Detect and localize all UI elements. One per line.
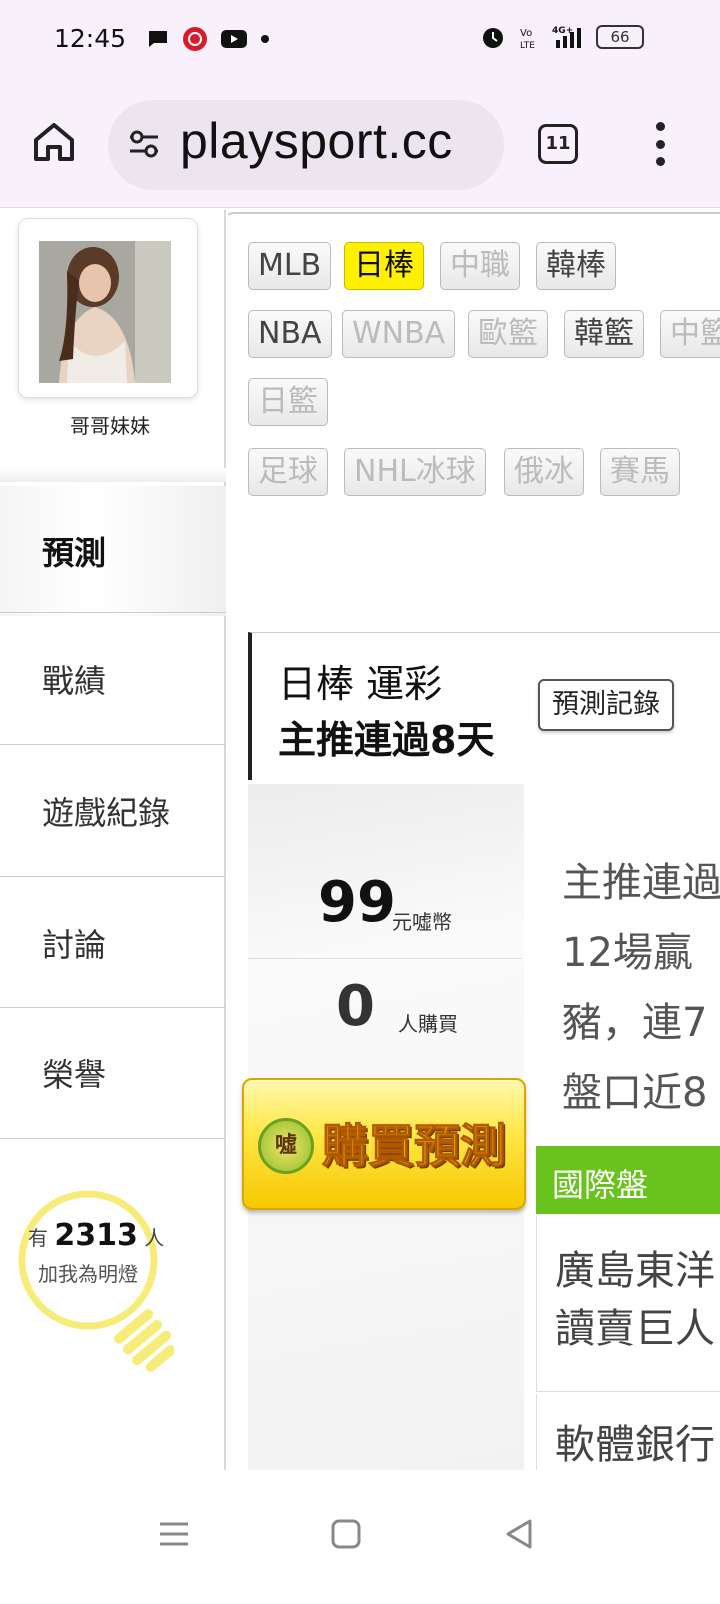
- main-content: MLB 日棒 中職 韓棒 NBA WNBA 歐籃 韓籃 中籃 日籃 足球 NHL…: [228, 212, 720, 1506]
- sidebar-item-discussion[interactable]: 討論: [0, 876, 226, 1008]
- match-team-away: 讀賣巨人: [555, 1306, 715, 1352]
- buy-prediction-label: 購買預測: [322, 1119, 507, 1174]
- more-menu-icon[interactable]: [652, 122, 668, 166]
- battery-icon: 66: [596, 25, 644, 49]
- home-icon[interactable]: [32, 120, 76, 164]
- league-chip-kbo[interactable]: 韓棒: [536, 242, 616, 290]
- price-value: 99: [318, 870, 396, 935]
- avatar-photo: [39, 241, 171, 383]
- buyers-count: 0: [336, 974, 375, 1039]
- avatar[interactable]: [39, 241, 171, 383]
- description-line: 12場贏: [562, 930, 693, 976]
- sidebar-item-prediction[interactable]: 預測: [0, 486, 226, 616]
- match-team-home: 廣島東洋: [555, 1248, 715, 1294]
- tab-switcher-button[interactable]: 11: [538, 124, 578, 164]
- league-chip-euroleague[interactable]: 歐籃: [468, 310, 548, 358]
- sidebar-item-honor[interactable]: 榮譽: [0, 1007, 226, 1139]
- notification-icons: [146, 26, 270, 52]
- status-time: 12:45: [54, 24, 127, 53]
- league-chip-nba[interactable]: NBA: [248, 310, 332, 358]
- market-header: 國際盤: [536, 1146, 720, 1214]
- prediction-title: 日棒 運彩: [278, 662, 443, 706]
- site-settings-icon[interactable]: [126, 126, 162, 162]
- sidebar-item-game-log[interactable]: 遊戲紀錄: [0, 744, 226, 876]
- browser-toolbar: playsport.cc 11: [0, 82, 720, 208]
- buy-prediction-button[interactable]: 噓 購買預測: [242, 1078, 526, 1210]
- description-line: 主推連過: [562, 860, 720, 906]
- home-nav-icon[interactable]: [326, 1514, 366, 1554]
- coin-icon: 噓: [258, 1118, 314, 1174]
- back-icon[interactable]: [500, 1514, 540, 1554]
- username[interactable]: 哥哥妹妹: [0, 410, 220, 439]
- description-line: 豬，連7: [562, 1000, 708, 1046]
- price-divider: [248, 958, 522, 959]
- address-bar[interactable]: playsport.cc: [108, 100, 504, 190]
- league-chip-npb[interactable]: 日棒: [344, 242, 424, 290]
- app-logo-icon: [183, 27, 207, 51]
- league-chip-kbl[interactable]: 韓籃: [564, 310, 644, 358]
- league-filter-panel: MLB 日棒 中職 韓棒 NBA WNBA 歐籃 韓籃 中籃 日籃 足球 NHL…: [228, 212, 720, 512]
- league-chip-bleague[interactable]: 日籃: [248, 378, 328, 426]
- prediction-description: 主推連過 12場贏 豬，連7 盤口近8: [536, 784, 720, 1144]
- fans-caption: 加我為明燈: [38, 1262, 138, 1286]
- league-chip-horse-racing[interactable]: 賽馬: [600, 448, 680, 496]
- buyers-unit: 人購買: [398, 1012, 458, 1036]
- league-chip-soccer[interactable]: 足球: [248, 448, 328, 496]
- prediction-subtitle: 主推連過8天: [278, 718, 495, 762]
- league-chip-khl[interactable]: 俄冰: [504, 448, 584, 496]
- prediction-record-button[interactable]: 預測記錄: [538, 679, 674, 731]
- volte-icon: Vo LTE: [520, 28, 535, 50]
- status-bar: 12:45 Vo LTE 4G+ 66: [0, 0, 720, 82]
- svg-text:LTE: LTE: [520, 41, 535, 50]
- more-notifications-icon: [261, 35, 269, 43]
- sidebar-item-record[interactable]: 戰績: [0, 612, 226, 744]
- recent-apps-icon[interactable]: [154, 1514, 194, 1554]
- sidebar-divider: [0, 468, 226, 482]
- fans-count: 2313: [54, 1218, 138, 1253]
- profile-sidebar: 哥哥妹妹 預測 戰績 遊戲紀錄 討論 榮譽 有 2313 人 加我為明燈: [0, 210, 226, 1506]
- league-chip-sbl[interactable]: 中籃: [660, 310, 720, 358]
- prediction-header: 日棒 運彩 主推連過8天 預測記錄: [248, 632, 720, 780]
- league-chip-wnba[interactable]: WNBA: [342, 310, 456, 358]
- signal-4g-icon: 4G+: [552, 26, 581, 48]
- system-icons: Vo LTE 4G+ 66: [480, 24, 644, 50]
- league-chip-nhl[interactable]: NHL冰球: [344, 448, 486, 496]
- avatar-card[interactable]: [18, 218, 198, 398]
- fans-suffix: 人: [144, 1226, 165, 1250]
- league-chip-cpbl[interactable]: 中職: [440, 242, 520, 290]
- fans-count-line: 有 2313 人: [28, 1218, 164, 1253]
- match-item[interactable]: 廣島東洋 讀賣巨人: [536, 1216, 720, 1392]
- match-team-home: 軟體銀行: [555, 1422, 715, 1468]
- price-unit: 元噓幣: [392, 910, 452, 934]
- description-line: 盤口近8: [562, 1070, 708, 1116]
- system-nav-bar: [0, 1470, 720, 1604]
- chat-icon: [149, 31, 167, 47]
- league-chip-mlb[interactable]: MLB: [248, 242, 332, 290]
- youtube-icon: [221, 30, 247, 48]
- url-text[interactable]: playsport.cc: [180, 112, 453, 170]
- market-label: 國際盤: [552, 1166, 649, 1204]
- sidebar-item-label: 預測: [42, 534, 107, 572]
- fans-prefix: 有: [28, 1226, 48, 1250]
- svg-text:Vo: Vo: [520, 28, 532, 39]
- alarm-icon: [483, 28, 503, 48]
